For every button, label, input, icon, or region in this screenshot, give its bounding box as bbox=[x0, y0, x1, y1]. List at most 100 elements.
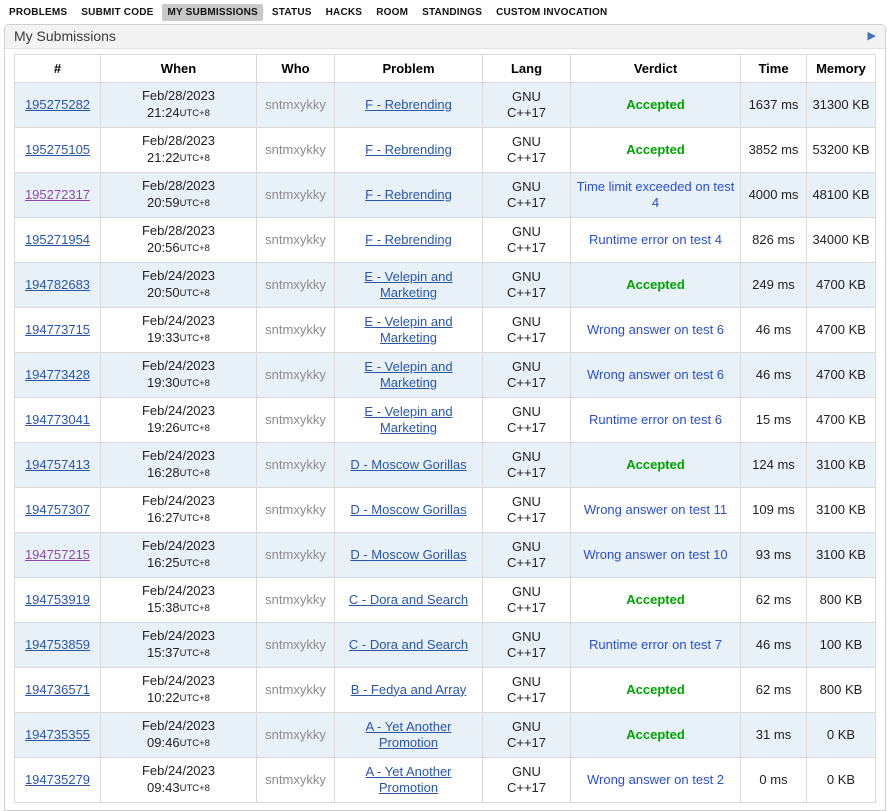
cell-time: 46 ms bbox=[741, 353, 807, 398]
problem-link[interactable]: E - Velepin and Marketing bbox=[364, 404, 452, 436]
cell-time: 62 ms bbox=[741, 578, 807, 623]
submission-time: 16:28UTC+8 bbox=[104, 465, 253, 483]
submission-id-link[interactable]: 194736571 bbox=[25, 682, 90, 697]
problem-link[interactable]: F - Rebrending bbox=[365, 97, 452, 112]
submission-time: 20:56UTC+8 bbox=[104, 240, 253, 258]
nav-item-standings[interactable]: STANDINGS bbox=[417, 4, 487, 21]
nav-item-status[interactable]: STATUS bbox=[267, 4, 317, 21]
submission-row: 195271954 Feb/28/2023 20:56UTC+8 sntmxyk… bbox=[15, 218, 876, 263]
cell-problem: E - Velepin and Marketing bbox=[335, 353, 483, 398]
cell-problem: C - Dora and Search bbox=[335, 623, 483, 668]
submission-timezone: UTC+8 bbox=[180, 783, 210, 794]
submission-id-link[interactable]: 195275105 bbox=[25, 142, 90, 157]
submission-verdict: Accepted bbox=[626, 277, 685, 292]
table-header-row: #WhenWhoProblemLangVerdictTimeMemory bbox=[15, 55, 876, 83]
problem-link[interactable]: D - Moscow Gorillas bbox=[350, 502, 466, 517]
submission-timezone: UTC+8 bbox=[180, 378, 210, 389]
cell-when: Feb/24/2023 15:37UTC+8 bbox=[101, 623, 257, 668]
cell-verdict: Runtime error on test 6 bbox=[571, 398, 741, 443]
problem-link[interactable]: B - Fedya and Array bbox=[351, 682, 467, 697]
submission-date: Feb/24/2023 bbox=[104, 628, 253, 645]
submission-id-link[interactable]: 194782683 bbox=[25, 277, 90, 292]
my-submissions-panel: My Submissions ▶ #WhenWhoProblemLangVerd… bbox=[4, 24, 886, 811]
submission-date: Feb/24/2023 bbox=[104, 403, 253, 420]
problem-link[interactable]: E - Velepin and Marketing bbox=[364, 359, 452, 391]
cell-verdict: Wrong answer on test 6 bbox=[571, 308, 741, 353]
cell-memory: 4700 KB bbox=[807, 353, 876, 398]
problem-link[interactable]: C - Dora and Search bbox=[349, 592, 468, 607]
problem-link[interactable]: F - Rebrending bbox=[365, 232, 452, 247]
cell-time: 109 ms bbox=[741, 488, 807, 533]
cell-when: Feb/24/2023 15:38UTC+8 bbox=[101, 578, 257, 623]
submission-time-used: 4000 ms bbox=[749, 187, 799, 202]
problem-link[interactable]: A - Yet Another Promotion bbox=[365, 764, 451, 796]
submission-language: GNU C++17 bbox=[500, 629, 554, 662]
nav-item-my-submissions[interactable]: MY SUBMISSIONS bbox=[162, 4, 262, 21]
submission-id-link[interactable]: 194773041 bbox=[25, 412, 90, 427]
submission-author: sntmxykky bbox=[265, 637, 326, 652]
submission-id-link[interactable]: 194753919 bbox=[25, 592, 90, 607]
submissions-table: #WhenWhoProblemLangVerdictTimeMemory 195… bbox=[14, 54, 876, 803]
cell-problem: D - Moscow Gorillas bbox=[335, 443, 483, 488]
cell-time: 93 ms bbox=[741, 533, 807, 578]
submission-time: 21:22UTC+8 bbox=[104, 150, 253, 168]
submission-id-link[interactable]: 194735279 bbox=[25, 772, 90, 787]
panel-title: My Submissions bbox=[14, 28, 116, 44]
column-header-verdict: Verdict bbox=[571, 55, 741, 83]
problem-link[interactable]: D - Moscow Gorillas bbox=[350, 547, 466, 562]
cell-verdict: Accepted bbox=[571, 83, 741, 128]
problem-link[interactable]: F - Rebrending bbox=[365, 142, 452, 157]
submission-language: GNU C++17 bbox=[500, 134, 554, 167]
submission-time: 16:25UTC+8 bbox=[104, 555, 253, 573]
submission-id-link[interactable]: 194757413 bbox=[25, 457, 90, 472]
nav-item-problems[interactable]: PROBLEMS bbox=[4, 4, 72, 21]
submission-id-link[interactable]: 194757307 bbox=[25, 502, 90, 517]
submission-time-used: 109 ms bbox=[752, 502, 795, 517]
expand-arrow-icon[interactable]: ▶ bbox=[868, 31, 876, 42]
problem-link[interactable]: C - Dora and Search bbox=[349, 637, 468, 652]
nav-item-submit-code[interactable]: SUBMIT CODE bbox=[76, 4, 158, 21]
cell-problem: F - Rebrending bbox=[335, 83, 483, 128]
submission-time-of-day: 16:27 bbox=[147, 510, 180, 525]
submission-id-link[interactable]: 195272317 bbox=[25, 187, 90, 202]
submission-verdict: Time limit exceeded on test 4 bbox=[577, 179, 735, 211]
submission-id-link[interactable]: 195275282 bbox=[25, 97, 90, 112]
submission-time-of-day: 16:25 bbox=[147, 555, 180, 570]
submission-id-link[interactable]: 195271954 bbox=[25, 232, 90, 247]
cell-verdict: Time limit exceeded on test 4 bbox=[571, 173, 741, 218]
column-header-number: # bbox=[15, 55, 101, 83]
problem-link[interactable]: E - Velepin and Marketing bbox=[364, 269, 452, 301]
problem-link[interactable]: D - Moscow Gorillas bbox=[350, 457, 466, 472]
submission-time-of-day: 15:37 bbox=[147, 645, 180, 660]
submission-memory-used: 0 KB bbox=[827, 727, 855, 742]
problem-link[interactable]: A - Yet Another Promotion bbox=[365, 719, 451, 751]
submission-id-link[interactable]: 194753859 bbox=[25, 637, 90, 652]
cell-memory: 800 KB bbox=[807, 668, 876, 713]
nav-item-hacks[interactable]: HACKS bbox=[321, 4, 368, 21]
submission-time: 20:50UTC+8 bbox=[104, 285, 253, 303]
nav-item-room[interactable]: ROOM bbox=[371, 4, 413, 21]
problem-link[interactable]: E - Velepin and Marketing bbox=[364, 314, 452, 346]
nav-item-custom-invocation[interactable]: CUSTOM INVOCATION bbox=[491, 4, 612, 21]
submission-time: 19:33UTC+8 bbox=[104, 330, 253, 348]
submission-row: 194782683 Feb/24/2023 20:50UTC+8 sntmxyk… bbox=[15, 263, 876, 308]
submission-time-used: 0 ms bbox=[759, 772, 787, 787]
submission-memory-used: 48100 KB bbox=[812, 187, 869, 202]
submission-id-link[interactable]: 194735355 bbox=[25, 727, 90, 742]
problem-link[interactable]: F - Rebrending bbox=[365, 187, 452, 202]
cell-who: sntmxykky bbox=[257, 218, 335, 263]
submission-author: sntmxykky bbox=[265, 187, 326, 202]
cell-submission-id: 195275105 bbox=[15, 128, 101, 173]
cell-verdict: Accepted bbox=[571, 443, 741, 488]
submission-id-link[interactable]: 194773715 bbox=[25, 322, 90, 337]
submission-date: Feb/24/2023 bbox=[104, 358, 253, 375]
cell-when: Feb/24/2023 19:26UTC+8 bbox=[101, 398, 257, 443]
submission-id-link[interactable]: 194773428 bbox=[25, 367, 90, 382]
submission-language: GNU C++17 bbox=[500, 449, 554, 482]
submission-verdict: Runtime error on test 7 bbox=[589, 637, 722, 652]
cell-verdict: Accepted bbox=[571, 668, 741, 713]
cell-problem: F - Rebrending bbox=[335, 128, 483, 173]
submission-date: Feb/28/2023 bbox=[104, 178, 253, 195]
submission-id-link[interactable]: 194757215 bbox=[25, 547, 90, 562]
submission-time: 19:30UTC+8 bbox=[104, 375, 253, 393]
